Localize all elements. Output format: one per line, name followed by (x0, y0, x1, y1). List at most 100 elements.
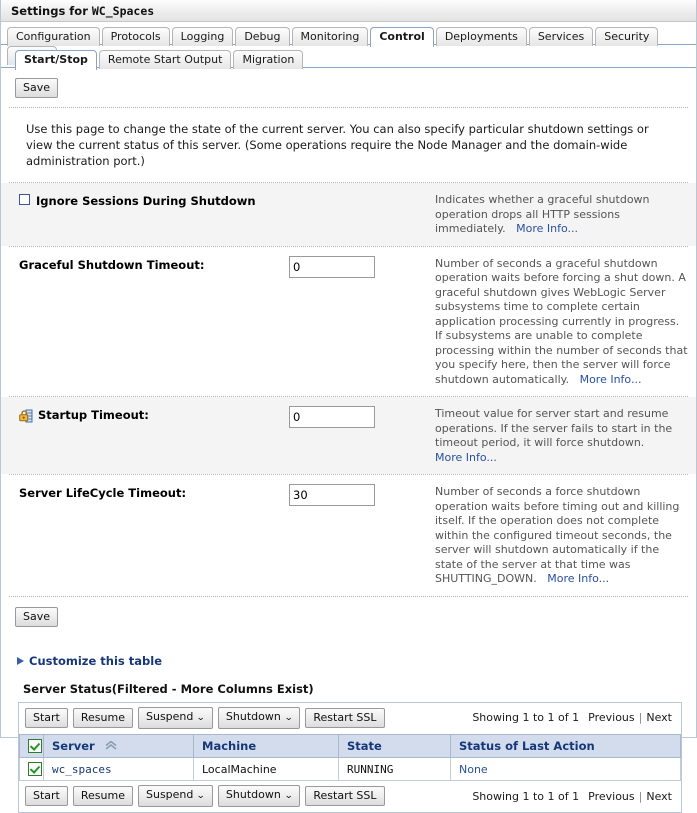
form-label-ignore-sessions: Ignore Sessions During Shutdown (19, 192, 289, 208)
column-label-server: Server (52, 739, 95, 753)
tab-label: Services (538, 30, 584, 43)
subtab-remote-start-output[interactable]: Remote Start Output (99, 50, 232, 69)
table-row: wc_spacesLocalMachineRUNNINGNone (20, 758, 681, 781)
start-button-top[interactable]: Start (25, 708, 68, 728)
tab-label: Logging (181, 30, 225, 43)
chevron-down-icon: ⌄ (196, 712, 205, 725)
settings-page: Settings for WC_Spaces ConfigurationProt… (0, 0, 697, 738)
tab-configuration[interactable]: Configuration (7, 27, 100, 46)
form-field-server-lifecycle-timeout (289, 484, 429, 506)
chevron-down-icon: ⌄ (284, 712, 293, 725)
window-title-bar: Settings for WC_Spaces (1, 0, 696, 22)
field-label-graceful-shutdown-timeout: Graceful Shutdown Timeout: (19, 258, 204, 272)
more-info-link-server-lifecycle-timeout[interactable]: More Info... (547, 572, 609, 585)
suspend-button-top[interactable]: Suspend⌄ (138, 707, 213, 729)
subtab-start-stop[interactable]: Start/Stop (15, 50, 97, 70)
form-description-startup-timeout: Timeout value for server start and resum… (429, 406, 688, 465)
row-select-cell[interactable] (20, 758, 44, 781)
form-label-startup-timeout: Startup Timeout: (19, 406, 289, 426)
table-paging-top: Showing 1 to 1 of 1 Previous |Next (472, 711, 675, 724)
form-row-server-lifecycle-timeout: Server LifeCycle Timeout: Number of secon… (1, 475, 696, 596)
start-button-bottom[interactable]: Start (25, 786, 68, 806)
restart-ssl-button-top[interactable]: Restart SSL (305, 708, 384, 728)
subtab-migration[interactable]: Migration (233, 50, 303, 69)
customize-this-table-link[interactable]: Customize this table (29, 654, 162, 668)
tab-label: Start/Stop (24, 53, 88, 66)
customize-table-row[interactable]: Customize this table (1, 636, 696, 668)
button-label: Start (33, 711, 60, 724)
button-label: Resume (81, 789, 125, 802)
input-startup-timeout[interactable] (289, 406, 375, 428)
button-label: Restart SSL (313, 711, 376, 724)
table-toolbar-bottom: StartResumeSuspend⌄Shutdown⌄Restart SSL … (19, 781, 681, 812)
showing-count-top: Showing 1 to 1 of 1 (472, 711, 579, 724)
form-field-graceful-shutdown-timeout (289, 256, 429, 278)
table-actions-top: StartResumeSuspend⌄Shutdown⌄Restart SSL (25, 707, 390, 729)
field-label-startup-timeout: Startup Timeout: (38, 408, 149, 422)
chevron-down-icon: ⌄ (196, 790, 205, 803)
cell-server: wc_spaces (44, 758, 194, 781)
form-row-ignore-sessions: Ignore Sessions During ShutdownIndicates… (1, 183, 696, 246)
checkbox-ignore-sessions[interactable] (19, 194, 30, 205)
input-server-lifecycle-timeout[interactable] (289, 484, 375, 506)
input-graceful-shutdown-timeout[interactable] (289, 256, 375, 278)
save-button-top[interactable]: Save (15, 78, 58, 98)
row-checkbox[interactable] (28, 762, 42, 776)
table-paging-bottom: Showing 1 to 1 of 1Previous|Next (472, 790, 675, 803)
tab-security[interactable]: Security (595, 27, 658, 46)
sort-ascending-icon (105, 739, 117, 753)
status-of-last-action-link[interactable]: None (459, 763, 488, 776)
button-label: Shutdown (226, 710, 281, 723)
shutdown-button-bottom[interactable]: Shutdown⌄ (218, 785, 300, 807)
cell-status-of-last-action: None (451, 758, 681, 781)
shutdown-button-top[interactable]: Shutdown⌄ (218, 707, 300, 729)
more-info-link-startup-timeout[interactable]: More Info... (435, 451, 497, 464)
tab-logging[interactable]: Logging (172, 27, 234, 46)
more-info-link-graceful-shutdown-timeout[interactable]: More Info... (580, 373, 642, 386)
previous-page-link-bottom[interactable]: Previous (588, 790, 635, 803)
button-label: Start (33, 789, 60, 802)
intro-text: Use this page to change the state of the… (1, 108, 696, 182)
status-grid: Server Machine State Status of Last Acti… (19, 734, 681, 782)
resume-button-top[interactable]: Resume (73, 708, 133, 728)
tab-monitoring[interactable]: Monitoring (292, 27, 369, 46)
table-toolbar-top: StartResumeSuspend⌄Shutdown⌄Restart SSL … (19, 703, 681, 734)
more-info-link-ignore-sessions[interactable]: More Info... (516, 222, 578, 235)
tab-protocols[interactable]: Protocols (102, 27, 170, 46)
form-description-server-lifecycle-timeout: Number of seconds a force shutdown opera… (429, 484, 688, 587)
select-all-checkbox[interactable] (28, 739, 42, 753)
paging-separator: | (639, 711, 643, 724)
lock-icon (19, 408, 33, 426)
field-label-server-lifecycle-timeout: Server LifeCycle Timeout: (19, 486, 186, 500)
next-page-link-bottom[interactable]: Next (646, 790, 672, 803)
suspend-button-bottom[interactable]: Suspend⌄ (138, 785, 213, 807)
form-row-startup-timeout: Startup Timeout: Timeout value for server… (1, 397, 696, 474)
restart-ssl-button-bottom[interactable]: Restart SSL (305, 786, 384, 806)
button-label: Resume (81, 711, 125, 724)
triangle-right-icon (15, 656, 25, 666)
previous-page-link-top[interactable]: Previous (588, 711, 635, 724)
server-status-table: StartResumeSuspend⌄Shutdown⌄Restart SSL … (18, 702, 682, 813)
tab-label: Debug (244, 30, 280, 43)
button-label: Suspend (146, 788, 193, 801)
cell-state: RUNNING (339, 758, 451, 781)
table-actions-bottom: StartResumeSuspend⌄Shutdown⌄Restart SSL (25, 785, 390, 807)
tab-debug[interactable]: Debug (235, 27, 289, 46)
tab-label: Security (604, 30, 649, 43)
button-label: Shutdown (226, 788, 281, 801)
tab-control[interactable]: Control (370, 27, 433, 47)
form-label-server-lifecycle-timeout: Server LifeCycle Timeout: (19, 484, 289, 500)
showing-count-bottom: Showing 1 to 1 of 1 (472, 790, 579, 803)
server-name-link[interactable]: wc_spaces (52, 763, 112, 776)
checkbox-label-ignore-sessions: Ignore Sessions During Shutdown (36, 194, 256, 208)
resume-button-bottom[interactable]: Resume (73, 786, 133, 806)
tab-services[interactable]: Services (529, 27, 593, 46)
next-page-link-top[interactable]: Next (646, 711, 672, 724)
tab-label: Migration (242, 53, 294, 66)
tab-label: Remote Start Output (108, 53, 223, 66)
tab-deployments[interactable]: Deployments (436, 27, 527, 46)
save-button-bottom[interactable]: Save (15, 607, 58, 627)
description-text: Timeout value for server start and resum… (435, 407, 672, 449)
bottom-button-row: Save (1, 597, 696, 636)
description-text: Number of seconds a graceful shutdown op… (435, 257, 688, 386)
